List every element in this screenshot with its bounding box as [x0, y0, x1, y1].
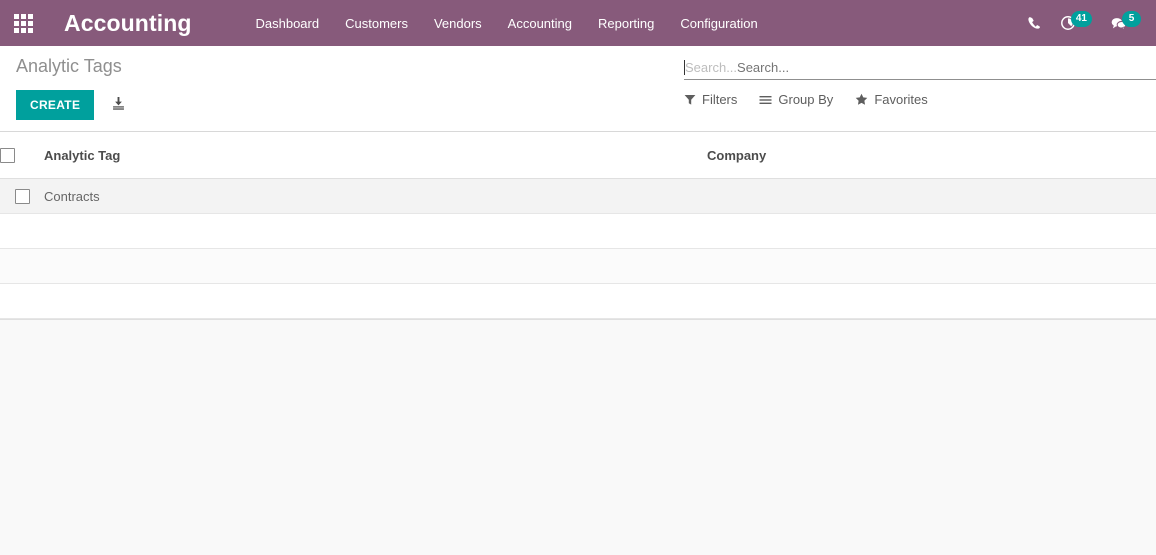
- messaging-menu-button[interactable]: 5: [1101, 0, 1150, 46]
- control-panel: Analytic Tags CREATE Search... Fil: [0, 46, 1156, 132]
- filter-funnel-icon: [684, 94, 696, 106]
- filler-cell: [0, 283, 44, 319]
- filler-cell: [44, 213, 707, 249]
- filler-cell: [707, 248, 1156, 284]
- filters-dropdown-button[interactable]: Filters: [684, 92, 737, 107]
- top-navbar: Accounting Dashboard Customers Vendors A…: [0, 0, 1156, 46]
- menu-item-vendors[interactable]: Vendors: [421, 10, 495, 37]
- page-title: Analytic Tags: [16, 56, 122, 76]
- table-body: Contracts: [0, 178, 1156, 319]
- filler-cell: [0, 248, 44, 284]
- favorites-dropdown-button[interactable]: Favorites: [855, 92, 928, 107]
- column-header-analytic-tag[interactable]: Analytic Tag: [44, 132, 707, 179]
- search-options-bar: Filters Group By Favorites: [684, 92, 950, 107]
- group-by-lines-icon: [759, 94, 772, 106]
- menu-item-customers[interactable]: Customers: [332, 10, 421, 37]
- table-filler-row: [0, 283, 1156, 319]
- search-input[interactable]: [737, 58, 1156, 76]
- apps-menu-toggle[interactable]: [0, 0, 46, 46]
- import-records-button[interactable]: [111, 96, 126, 114]
- filler-cell: [707, 213, 1156, 249]
- row-select-cell[interactable]: [0, 178, 44, 214]
- filters-label: Filters: [702, 92, 738, 107]
- column-header-company-label: Company: [707, 147, 767, 163]
- menu-item-configuration[interactable]: Configuration: [667, 10, 770, 37]
- navbar-systray: 41 5: [1018, 0, 1150, 46]
- column-header-analytic-tag-label: Analytic Tag: [44, 147, 121, 163]
- table-filler-row: [0, 213, 1156, 249]
- filler-cell: [707, 283, 1156, 319]
- activity-menu-button[interactable]: 41: [1051, 0, 1101, 46]
- activity-count-badge: 41: [1070, 11, 1092, 27]
- page-background: [0, 320, 1156, 555]
- list-view: Analytic Tag Company Contracts: [0, 132, 1156, 320]
- records-table: Analytic Tag Company Contracts: [0, 132, 1156, 319]
- column-header-company[interactable]: Company: [707, 132, 1156, 179]
- group-by-dropdown-button[interactable]: Group By: [759, 92, 833, 107]
- group-by-label: Group By: [778, 92, 834, 107]
- select-all-checkbox[interactable]: [0, 148, 15, 164]
- phone-button[interactable]: [1018, 0, 1051, 46]
- search-placeholder: Search...: [685, 59, 738, 75]
- main-menu: Dashboard Customers Vendors Accounting R…: [243, 10, 771, 37]
- control-panel-buttons: CREATE: [16, 90, 126, 120]
- table-header: Analytic Tag Company: [0, 132, 1156, 179]
- phone-icon: [1027, 16, 1042, 31]
- import-download-icon: [111, 96, 126, 114]
- messages-count-badge: 5: [1122, 11, 1141, 27]
- table-header-row: Analytic Tag Company: [0, 132, 1156, 179]
- row-checkbox[interactable]: [14, 189, 30, 205]
- select-all-header[interactable]: [0, 132, 44, 179]
- table-row[interactable]: Contracts: [0, 178, 1156, 214]
- cell-analytic-tag[interactable]: Contracts: [44, 178, 707, 214]
- table-filler-row: [0, 248, 1156, 284]
- apps-grid-icon: [13, 13, 33, 33]
- app-brand-title[interactable]: Accounting: [64, 10, 192, 37]
- filler-cell: [44, 283, 707, 319]
- star-icon: [855, 93, 868, 106]
- filler-cell: [44, 248, 707, 284]
- favorites-label: Favorites: [874, 92, 928, 107]
- filler-cell: [0, 213, 44, 249]
- search-view[interactable]: Search...: [684, 55, 1156, 80]
- create-button[interactable]: CREATE: [16, 90, 95, 120]
- menu-item-accounting[interactable]: Accounting: [495, 10, 585, 37]
- menu-item-dashboard[interactable]: Dashboard: [243, 10, 333, 37]
- menu-item-reporting[interactable]: Reporting: [585, 10, 667, 37]
- cell-company[interactable]: [707, 178, 1156, 214]
